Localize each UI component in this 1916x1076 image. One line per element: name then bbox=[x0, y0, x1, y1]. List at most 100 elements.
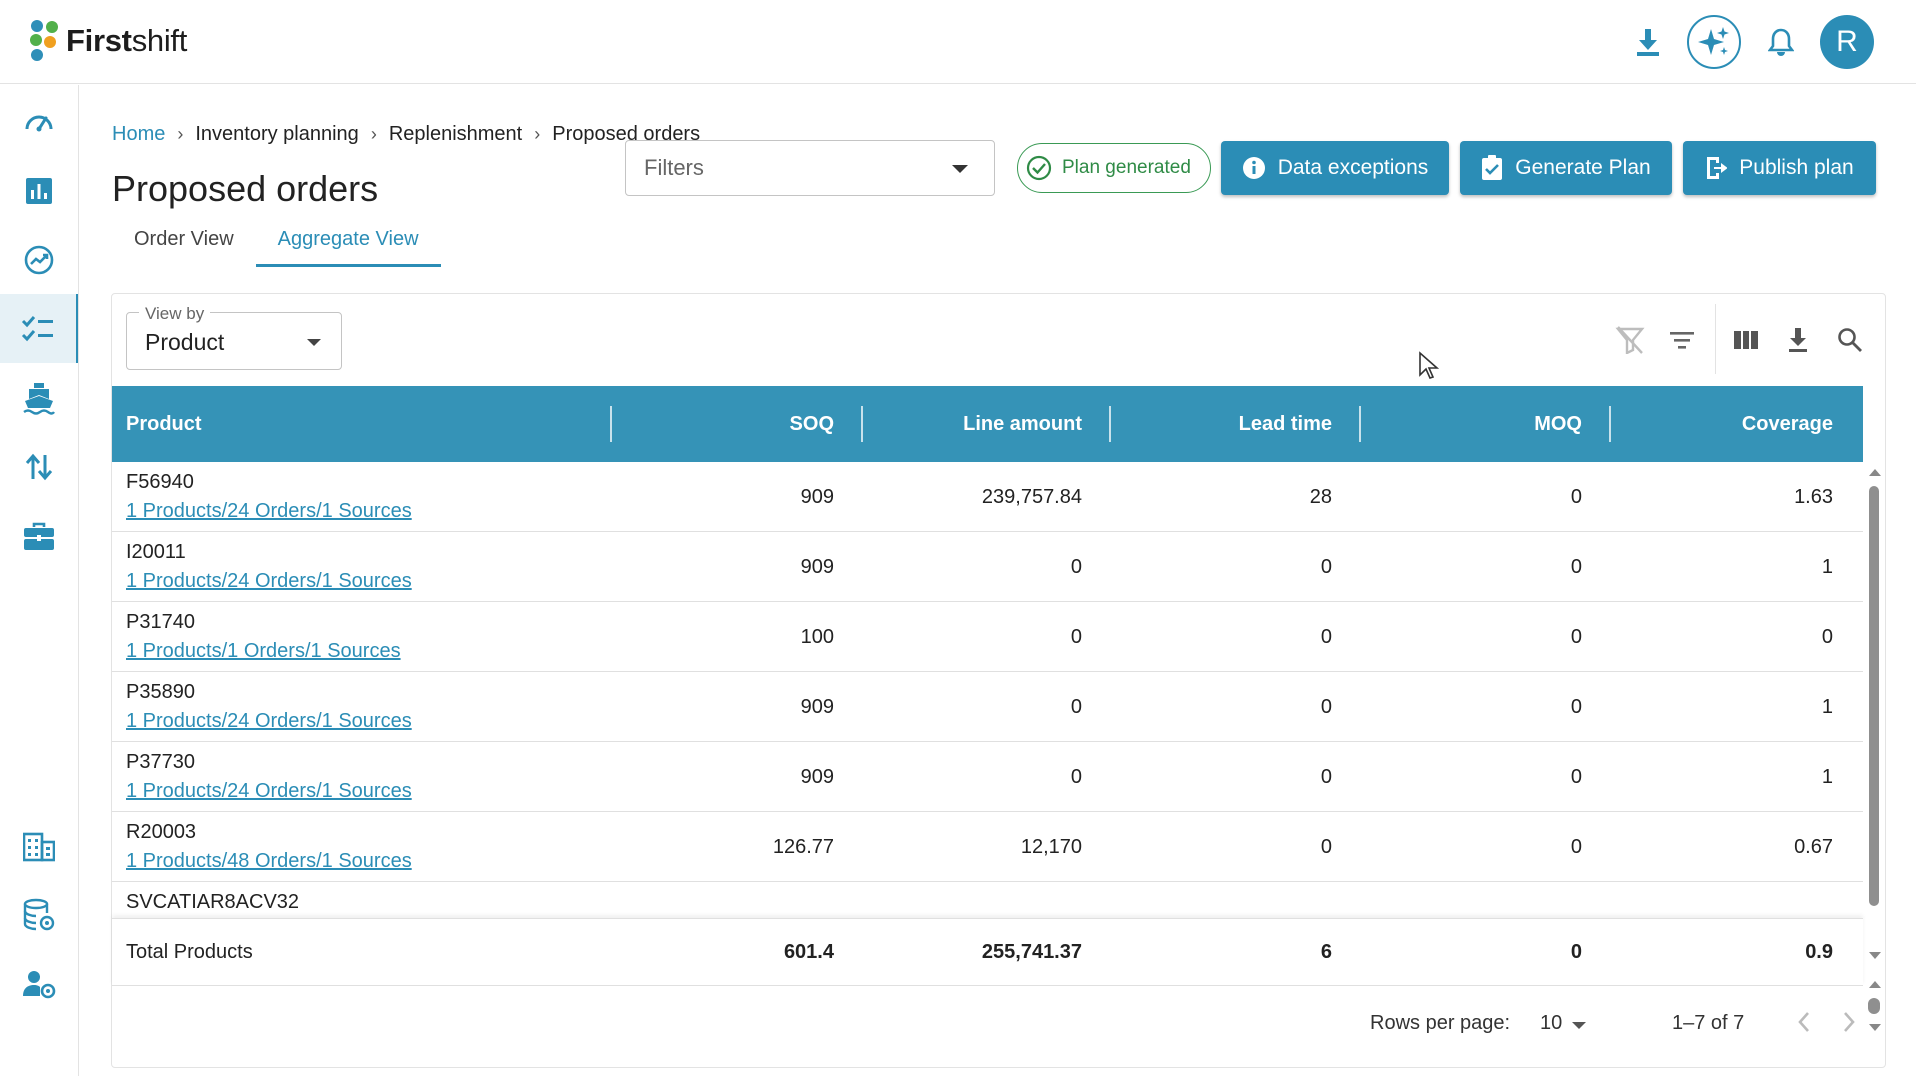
moq-cell: 0 bbox=[1570, 486, 1582, 508]
scroll-down-icon[interactable] bbox=[1866, 950, 1884, 962]
tab-aggregate-view[interactable]: Aggregate View bbox=[255, 225, 441, 267]
sidebar-item-trends[interactable] bbox=[0, 225, 78, 294]
main-content: Home › Inventory planning › Replenishmen… bbox=[80, 85, 1916, 1076]
search-icon[interactable] bbox=[1834, 324, 1866, 356]
download-icon[interactable] bbox=[1630, 24, 1666, 60]
user-settings-icon bbox=[23, 970, 56, 998]
column-header-coverage[interactable]: Coverage bbox=[1622, 386, 1833, 462]
moq-cell: 0 bbox=[1570, 836, 1582, 858]
table-header: Product SOQ Line amount Lead time MOQ Co… bbox=[112, 386, 1863, 462]
scroll-up-icon[interactable] bbox=[1866, 466, 1884, 478]
product-cell: SVCATIAR8ACV32 bbox=[126, 891, 299, 914]
coverage-cell: 1 bbox=[1821, 696, 1833, 718]
user-avatar[interactable]: R bbox=[1820, 15, 1874, 69]
scroll-down-icon[interactable] bbox=[1866, 1022, 1884, 1034]
breadcrumb-replenishment[interactable]: Replenishment bbox=[389, 123, 522, 146]
column-divider[interactable] bbox=[610, 406, 612, 442]
rows-per-page-value: 10 bbox=[1540, 1012, 1563, 1034]
sidebar-item-portfolio[interactable] bbox=[0, 501, 78, 570]
filters-select[interactable]: Filters bbox=[625, 140, 995, 196]
chevron-left-icon[interactable] bbox=[1794, 1010, 1814, 1034]
column-header-soq[interactable]: SOQ bbox=[652, 386, 834, 462]
column-header-moq[interactable]: MOQ bbox=[1372, 386, 1582, 462]
line-amount-cell: 0 bbox=[1070, 556, 1082, 578]
product-sources-link[interactable]: 1 Products/24 Orders/1 Sources bbox=[126, 570, 412, 593]
bar-chart-icon bbox=[26, 177, 52, 204]
sidebar-item-transfers[interactable] bbox=[0, 432, 78, 501]
chevron-right-icon[interactable] bbox=[1839, 1010, 1859, 1034]
soq-cell: 909 bbox=[800, 556, 834, 578]
product-id: I20011 bbox=[126, 541, 186, 563]
export-download-icon[interactable] bbox=[1782, 324, 1814, 356]
checklist-icon bbox=[21, 315, 53, 341]
sidebar-item-replenishment[interactable] bbox=[0, 294, 78, 363]
top-bar: Firstshift R bbox=[0, 0, 1916, 84]
sidebar-item-shipping[interactable] bbox=[0, 363, 78, 432]
briefcase-icon bbox=[24, 522, 54, 550]
rows-per-page-label: Rows per page: bbox=[1370, 1012, 1511, 1034]
data-exceptions-button[interactable]: Data exceptions bbox=[1221, 141, 1449, 195]
page-scrollbar[interactable] bbox=[1865, 978, 1885, 1038]
clear-filter-icon[interactable] bbox=[1614, 324, 1646, 356]
lead-time-cell: 28 bbox=[1309, 486, 1332, 508]
total-moq: 0 bbox=[1570, 941, 1582, 963]
column-divider[interactable] bbox=[1609, 406, 1611, 442]
coverage-cell: 1 bbox=[1821, 766, 1833, 788]
brand-name: Firstshift bbox=[66, 23, 188, 58]
product-id: P31740 bbox=[126, 611, 195, 633]
soq-cell: 126.77 bbox=[772, 836, 834, 858]
lead-time-cell: 0 bbox=[1320, 626, 1332, 648]
tab-order-view[interactable]: Order View bbox=[112, 225, 256, 267]
generate-plan-button[interactable]: Generate Plan bbox=[1460, 141, 1672, 195]
breadcrumb-home[interactable]: Home bbox=[112, 123, 165, 146]
scroll-thumb[interactable] bbox=[1868, 998, 1880, 1014]
scroll-up-icon[interactable] bbox=[1866, 978, 1884, 990]
total-soq: 601.4 bbox=[783, 941, 834, 963]
moq-cell: 0 bbox=[1570, 556, 1582, 578]
lead-time-cell: 0 bbox=[1320, 766, 1332, 788]
product-sources-link[interactable]: 1 Products/24 Orders/1 Sources bbox=[126, 780, 412, 803]
product-sources-link[interactable]: 1 Products/48 Orders/1 Sources bbox=[126, 850, 412, 873]
view-by-select[interactable]: View by Product bbox=[126, 304, 342, 370]
sidebar-item-user-settings[interactable] bbox=[0, 949, 78, 1018]
table-total-row: Total Products 601.4 255,741.37 6 0 0.9 bbox=[112, 918, 1863, 986]
columns-icon[interactable] bbox=[1730, 324, 1762, 356]
column-divider[interactable] bbox=[1359, 406, 1361, 442]
publish-plan-button[interactable]: Publish plan bbox=[1683, 141, 1876, 195]
product-sources-link[interactable]: 1 Products/24 Orders/1 Sources bbox=[126, 710, 412, 733]
generate-plan-label: Generate Plan bbox=[1515, 156, 1651, 179]
column-header-lead-time[interactable]: Lead time bbox=[1122, 386, 1332, 462]
moq-cell: 0 bbox=[1570, 696, 1582, 718]
firstshift-logo[interactable]: Firstshift bbox=[28, 18, 187, 64]
line-amount-cell: 0 bbox=[1070, 766, 1082, 788]
scroll-thumb[interactable] bbox=[1869, 486, 1879, 906]
ai-sparkle-icon[interactable] bbox=[1687, 15, 1741, 69]
view-by-value: Product bbox=[145, 329, 225, 355]
breadcrumb-inventory-planning[interactable]: Inventory planning bbox=[195, 123, 358, 146]
filters-placeholder: Filters bbox=[644, 155, 704, 180]
product-cell: I20011 1 Products/24 Orders/1 Sources bbox=[126, 541, 412, 593]
column-header-product[interactable]: Product bbox=[126, 386, 202, 462]
bell-icon[interactable] bbox=[1763, 24, 1799, 60]
total-line-amount: 255,741.37 bbox=[981, 941, 1082, 963]
dashboard-gauge-icon bbox=[25, 115, 53, 131]
sidebar-item-organization[interactable] bbox=[0, 812, 78, 881]
filter-list-icon[interactable] bbox=[1666, 324, 1698, 356]
data-exceptions-label: Data exceptions bbox=[1277, 156, 1429, 179]
trending-icon bbox=[24, 245, 54, 274]
sidebar-item-data-settings[interactable] bbox=[0, 880, 78, 949]
column-divider[interactable] bbox=[861, 406, 863, 442]
table-row-partial: SVCATIAR8ACV32 bbox=[112, 882, 1863, 918]
product-sources-link[interactable]: 1 Products/24 Orders/1 Sources bbox=[126, 500, 412, 523]
column-divider[interactable] bbox=[1109, 406, 1111, 442]
table-scrollbar[interactable] bbox=[1865, 466, 1885, 966]
breadcrumb-separator: › bbox=[534, 124, 541, 144]
column-header-line-amount[interactable]: Line amount bbox=[872, 386, 1082, 462]
line-amount-cell: 239,757.84 bbox=[981, 486, 1082, 508]
product-cell: P31740 1 Products/1 Orders/1 Sources bbox=[126, 611, 401, 663]
coverage-cell: 0.67 bbox=[1794, 836, 1833, 858]
sidebar-item-analytics[interactable] bbox=[0, 156, 78, 225]
sidebar-item-dashboard[interactable] bbox=[0, 88, 78, 157]
rows-per-page-select[interactable]: 10 bbox=[1540, 1010, 1596, 1038]
product-sources-link[interactable]: 1 Products/1 Orders/1 Sources bbox=[126, 640, 401, 663]
